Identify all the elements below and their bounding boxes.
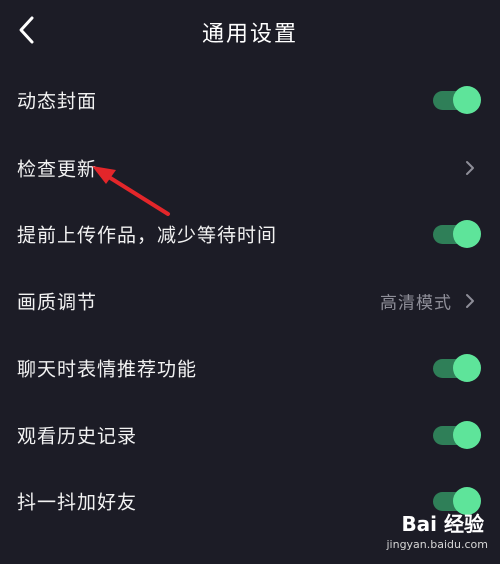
setting-label: 聊天时表情推荐功能 — [17, 358, 198, 381]
setting-label: 检查更新 — [17, 158, 98, 181]
setting-row-check-update[interactable]: 检查更新 — [0, 135, 500, 201]
page-title: 通用设置 — [201, 22, 298, 47]
toggle-knob — [453, 421, 481, 449]
watermark-logo: Bai 经验 — [401, 512, 484, 536]
pre-upload-toggle[interactable] — [433, 220, 481, 248]
setting-row-quality[interactable]: 画质调节 高清模式 — [0, 268, 500, 334]
watch-history-toggle[interactable] — [433, 421, 481, 449]
watermark-url: jingyan.baidu.com — [386, 538, 488, 551]
chevron-right-icon — [466, 294, 474, 308]
setting-label: 画质调节 — [17, 291, 98, 314]
setting-row-dynamic-cover[interactable]: 动态封面 — [0, 67, 500, 133]
emoji-recommend-toggle[interactable] — [433, 354, 481, 382]
setting-label: 观看历史记录 — [17, 425, 138, 448]
setting-row-watch-history[interactable]: 观看历史记录 — [0, 402, 500, 468]
toggle-knob — [453, 220, 481, 248]
setting-row-pre-upload[interactable]: 提前上传作品，减少等待时间 — [0, 201, 500, 267]
setting-label: 动态封面 — [17, 90, 98, 113]
quality-value: 高清模式 — [380, 293, 452, 314]
setting-row-emoji-recommend[interactable]: 聊天时表情推荐功能 — [0, 335, 500, 401]
header-bar: 通用设置 — [0, 0, 500, 62]
setting-label: 抖一抖加好友 — [17, 491, 138, 514]
baidu-watermark: Bai 经验 jingyan.baidu.com — [372, 508, 492, 558]
chevron-right-icon — [466, 161, 474, 175]
toggle-knob — [453, 86, 481, 114]
setting-label: 提前上传作品，减少等待时间 — [17, 224, 278, 247]
toggle-knob — [453, 354, 481, 382]
dynamic-cover-toggle[interactable] — [433, 86, 481, 114]
